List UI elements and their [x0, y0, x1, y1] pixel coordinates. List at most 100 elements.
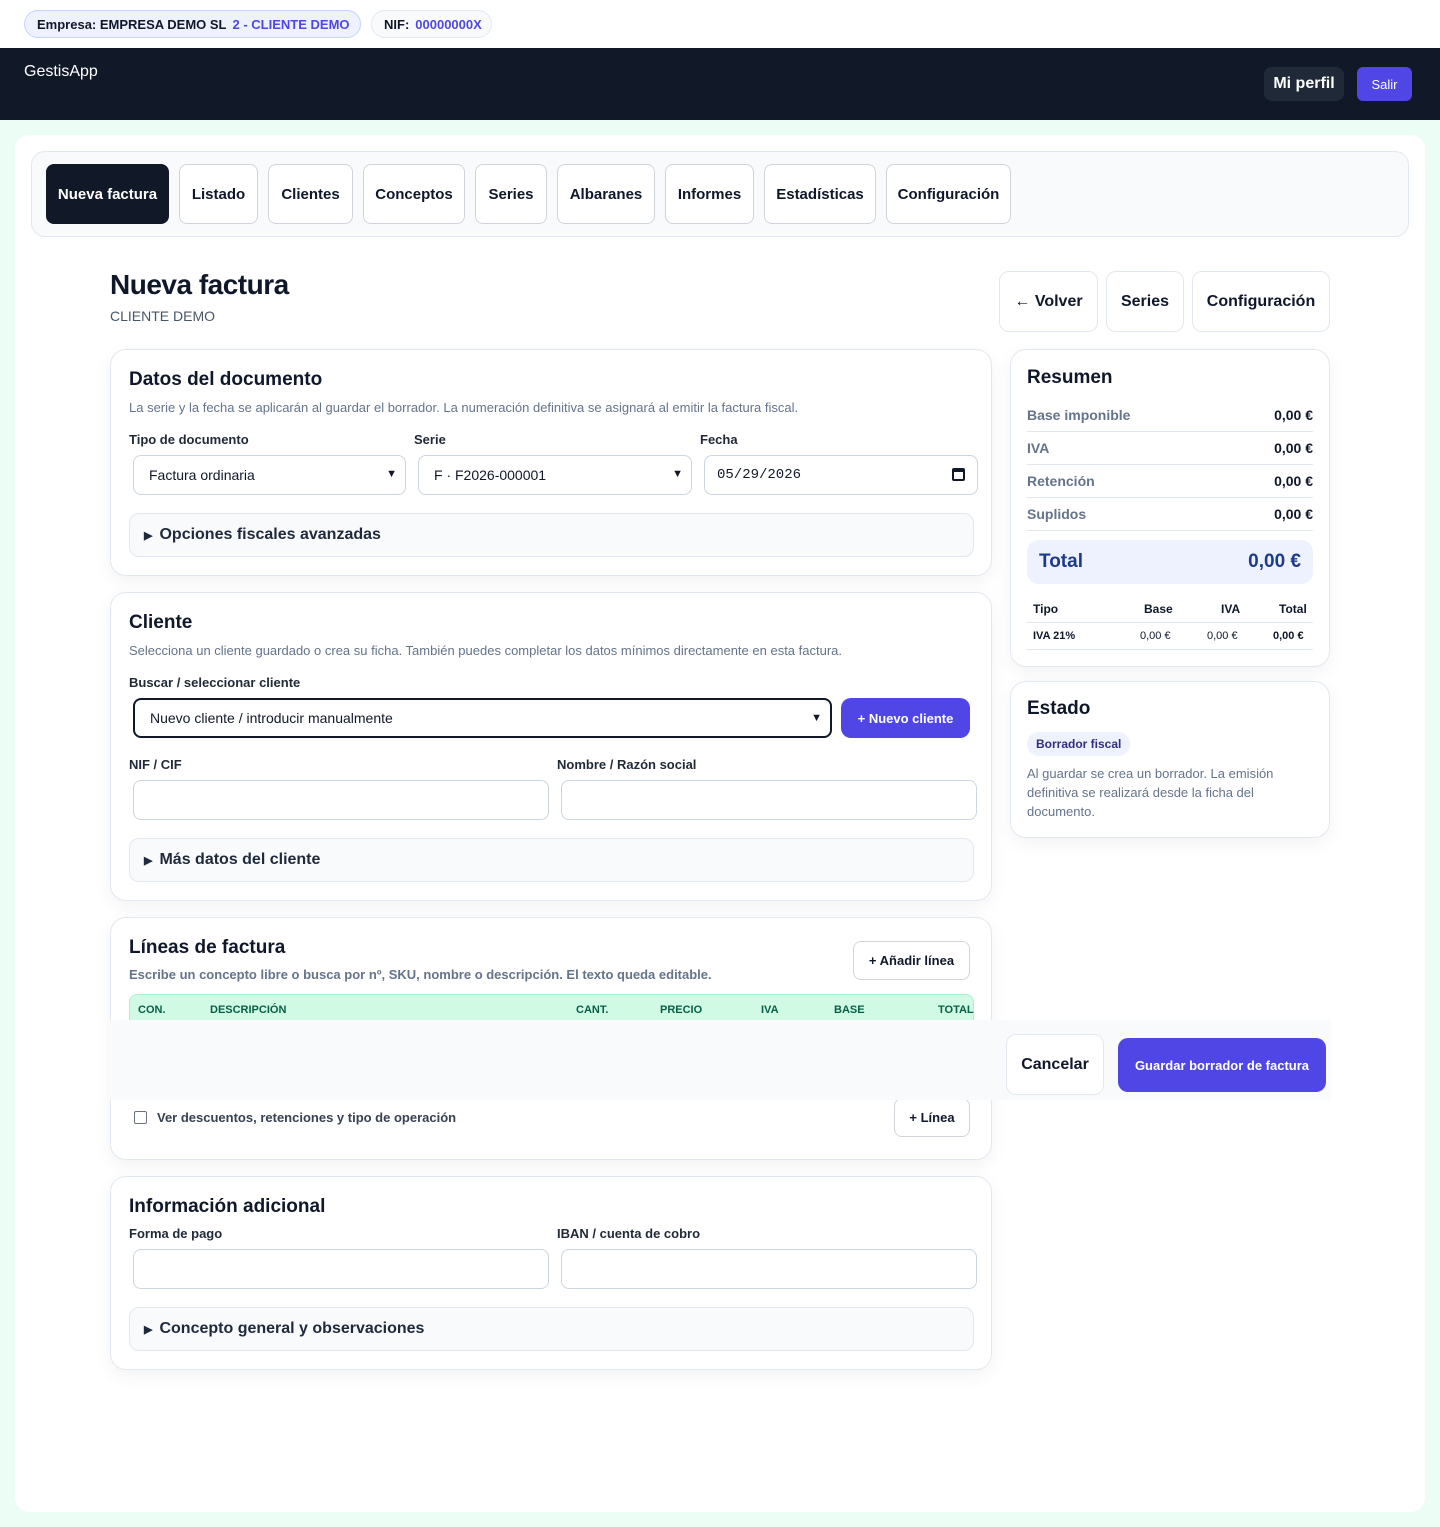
nif-pill: NIF: 00000000X: [371, 10, 492, 38]
app-brand[interactable]: GestisApp: [24, 63, 98, 81]
series-button[interactable]: Series: [1106, 271, 1184, 332]
summary-total: Total 0,00 €: [1027, 540, 1313, 584]
document-section-title: Datos del documento: [129, 369, 323, 390]
serie-value: F · F2026-000001: [434, 467, 547, 483]
client-select[interactable]: Nuevo cliente / introducir manualmente ▼: [133, 698, 832, 738]
nif-input[interactable]: [133, 780, 549, 820]
vat-table-divider: [1027, 622, 1313, 623]
page-title: Nueva factura: [110, 269, 289, 300]
summary-row-suplidos: Suplidos 0,00 €: [1027, 498, 1313, 531]
vat-col-type: Tipo: [1033, 602, 1059, 616]
chevron-down-icon: ▼: [811, 712, 822, 724]
lines-table-header: CON. DESCRIPCIÓN CANT. PRECIO IVA BASE T…: [129, 994, 974, 1022]
more-client-data-label: Más datos del cliente: [159, 851, 321, 868]
company-label: Empresa: EMPRESA DEMO SL: [37, 16, 227, 32]
lines-section-description: Escribe un concepto libre o busca por nº…: [129, 967, 712, 982]
summary-card: Resumen Base imponible 0,00 € IVA 0,00 €…: [1010, 349, 1330, 667]
save-draft-button[interactable]: Guardar borrador de factura: [1118, 1038, 1326, 1092]
add-line-small-button[interactable]: + Línea: [894, 1098, 970, 1137]
tab-series[interactable]: Series: [475, 164, 547, 224]
nif-field-label: NIF / CIF: [129, 757, 182, 772]
fecha-input[interactable]: 05/29/2026: [704, 455, 978, 495]
calendar-icon[interactable]: [952, 468, 965, 481]
advanced-options-label: Opciones fiscales avanzadas: [159, 526, 381, 543]
name-field-label: Nombre / Razón social: [557, 757, 697, 772]
discount-checkbox[interactable]: [134, 1111, 147, 1124]
cancel-button[interactable]: Cancelar: [1006, 1034, 1104, 1095]
tab-listado[interactable]: Listado: [179, 164, 258, 224]
company-info-bar: Empresa: EMPRESA DEMO SL 2 - CLIENTE DEM…: [0, 0, 1440, 48]
chevron-down-icon: ▼: [386, 468, 397, 480]
serie-select[interactable]: F · F2026-000001 ▼: [418, 455, 692, 495]
vat-row-base: 0,00 €: [1140, 630, 1171, 642]
company-pill: Empresa: EMPRESA DEMO SL 2 - CLIENTE DEM…: [24, 10, 361, 38]
fecha-label: Fecha: [700, 432, 738, 447]
profile-button[interactable]: Mi perfil: [1264, 67, 1344, 101]
vat-row-total: 0,00 €: [1273, 630, 1304, 642]
fecha-value: 05/29/2026: [717, 467, 802, 483]
col-description: DESCRIPCIÓN: [210, 1004, 287, 1016]
serie-label: Serie: [414, 432, 446, 447]
vat-col-base: Base: [1144, 602, 1173, 616]
tab-conceptos[interactable]: Conceptos: [363, 164, 465, 224]
status-title: Estado: [1027, 698, 1091, 719]
doc-type-value: Factura ordinaria: [149, 467, 255, 483]
doc-type-label: Tipo de documento: [129, 432, 249, 447]
col-concept: CON.: [138, 1004, 166, 1016]
vat-col-total: Total: [1279, 602, 1307, 616]
back-button[interactable]: ← Volver: [999, 271, 1098, 332]
client-search-label: Buscar / seleccionar cliente: [129, 675, 301, 690]
client-section: Cliente Selecciona un cliente guardado o…: [110, 592, 992, 901]
more-client-data-toggle[interactable]: ▶ Más datos del cliente: [129, 838, 974, 882]
tab-nueva-factura[interactable]: Nueva factura: [46, 164, 169, 224]
config-button[interactable]: Configuración: [1192, 271, 1330, 332]
summary-title: Resumen: [1027, 367, 1113, 388]
nif-value: 00000000X: [415, 16, 482, 32]
additional-info-title: Información adicional: [129, 1196, 326, 1217]
tab-configuracion[interactable]: Configuración: [886, 164, 1011, 224]
vat-table-divider-bottom: [1027, 649, 1313, 650]
summary-row-base: Base imponible 0,00 €: [1027, 399, 1313, 432]
iban-input[interactable]: [561, 1249, 977, 1289]
document-section: Datos del documento La serie y la fecha …: [110, 349, 992, 576]
triangle-right-icon: ▶: [144, 1323, 153, 1336]
logout-button[interactable]: Salir: [1357, 67, 1412, 101]
client-label: 2 - CLIENTE DEMO: [232, 16, 350, 32]
iban-label: IBAN / cuenta de cobro: [557, 1226, 701, 1241]
additional-info-section: Información adicional Forma de pago IBAN…: [110, 1176, 992, 1370]
chevron-down-icon: ▼: [672, 468, 683, 480]
payment-method-input[interactable]: [133, 1249, 549, 1289]
status-card: Estado Borrador fiscal Al guardar se cre…: [1010, 681, 1330, 838]
discount-toggle-label[interactable]: Ver descuentos, retenciones y tipo de op…: [157, 1110, 456, 1125]
general-concept-label: Concepto general y observaciones: [159, 1320, 425, 1337]
page-subtitle: CLIENTE DEMO: [110, 308, 216, 324]
tab-albaranes[interactable]: Albaranes: [557, 164, 655, 224]
total-value: 0,00 €: [1248, 551, 1301, 572]
tab-informes[interactable]: Informes: [665, 164, 754, 224]
col-quantity: CANT.: [576, 1004, 609, 1016]
new-client-button[interactable]: + Nuevo cliente: [841, 698, 970, 738]
add-line-button[interactable]: + Añadir línea: [853, 941, 970, 980]
col-vat: IVA: [761, 1004, 779, 1016]
app-header: GestisApp Mi perfil Salir: [0, 48, 1440, 120]
status-badge: Borrador fiscal: [1027, 732, 1131, 756]
summary-row-retencion: Retención 0,00 €: [1027, 465, 1313, 498]
total-label: Total: [1039, 551, 1083, 572]
name-input[interactable]: [561, 780, 977, 820]
summary-row-iva: IVA 0,00 €: [1027, 432, 1313, 465]
doc-type-select[interactable]: Factura ordinaria ▼: [133, 455, 406, 495]
vat-row-type: IVA 21%: [1033, 630, 1076, 642]
advanced-options-toggle[interactable]: ▶ Opciones fiscales avanzadas: [129, 513, 974, 557]
tab-estadisticas[interactable]: Estadísticas: [764, 164, 876, 224]
payment-method-label: Forma de pago: [129, 1226, 223, 1241]
general-concept-toggle[interactable]: ▶ Concepto general y observaciones: [129, 1307, 974, 1351]
triangle-right-icon: ▶: [144, 854, 153, 867]
vat-row-iva: 0,00 €: [1207, 630, 1238, 642]
client-section-description: Selecciona un cliente guardado o crea su…: [129, 643, 843, 658]
lines-section-title: Líneas de factura: [129, 937, 286, 958]
client-select-value: Nuevo cliente / introducir manualmente: [150, 710, 393, 726]
nif-label: NIF:: [384, 16, 410, 32]
document-section-description: La serie y la fecha se aplicarán al guar…: [129, 400, 799, 415]
tab-clientes[interactable]: Clientes: [268, 164, 353, 224]
sticky-action-bar: Cancelar Guardar borrador de factura: [110, 1020, 1331, 1100]
